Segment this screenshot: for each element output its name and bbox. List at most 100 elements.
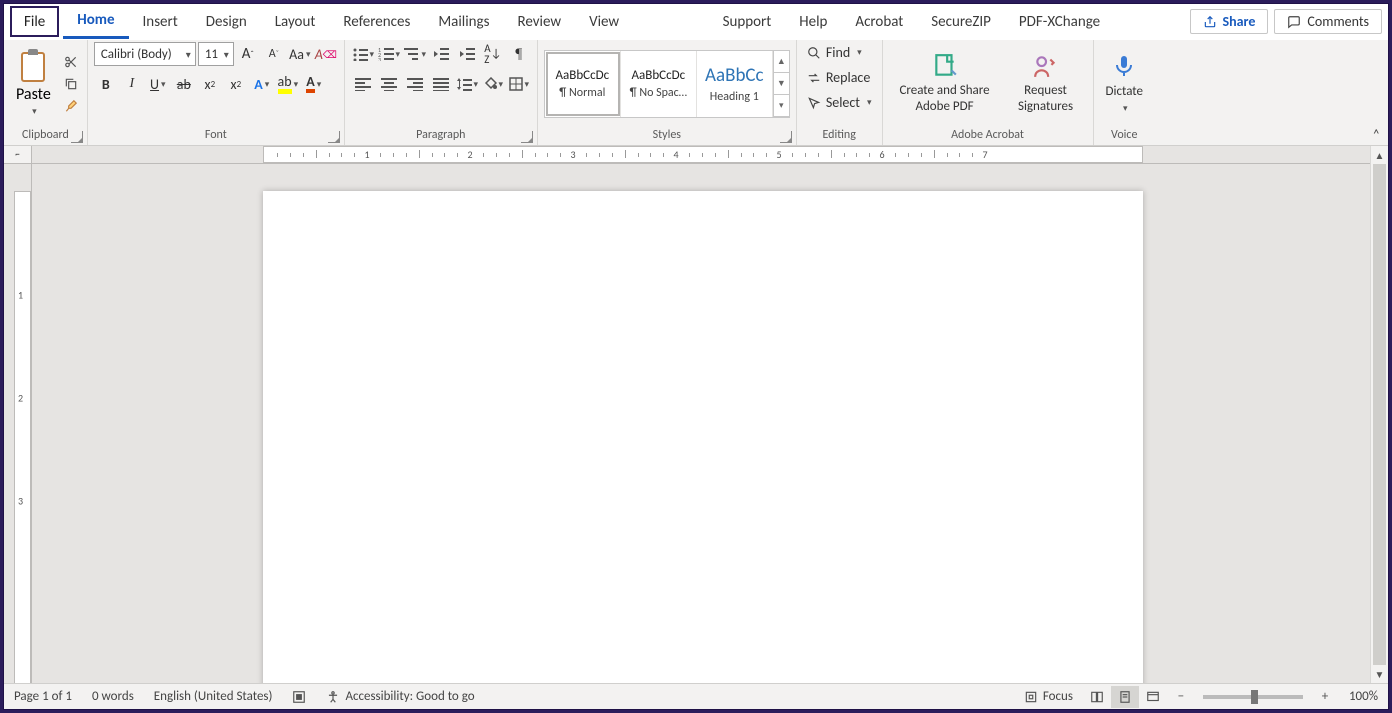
cut-button[interactable] bbox=[61, 52, 81, 72]
document-viewport bbox=[32, 164, 1370, 683]
superscript-button[interactable]: x2 bbox=[224, 72, 248, 96]
font-size-combo[interactable]: 11 bbox=[198, 42, 234, 66]
scroll-thumb[interactable] bbox=[1373, 164, 1386, 665]
tab-mailings[interactable]: Mailings bbox=[424, 4, 503, 39]
sort-button[interactable]: AZ↓ bbox=[481, 42, 505, 66]
zoom-slider-knob[interactable] bbox=[1251, 690, 1258, 704]
highlight-button[interactable]: ab▾ bbox=[276, 72, 300, 96]
tab-review[interactable]: Review bbox=[503, 4, 575, 39]
paste-button[interactable]: Paste ▾ bbox=[10, 49, 57, 119]
underline-button[interactable]: U▾ bbox=[146, 72, 170, 96]
format-painter-button[interactable] bbox=[61, 96, 81, 116]
document-page[interactable] bbox=[263, 191, 1143, 683]
line-spacing-button[interactable]: ▾ bbox=[455, 72, 479, 96]
status-macro[interactable] bbox=[282, 690, 316, 704]
book-icon bbox=[1089, 690, 1105, 704]
subscript-button[interactable]: x2 bbox=[198, 72, 222, 96]
replace-icon bbox=[807, 71, 821, 85]
replace-button[interactable]: Replace bbox=[803, 67, 874, 88]
align-left-button[interactable] bbox=[351, 72, 375, 96]
clipboard-dialog-launcher[interactable] bbox=[71, 131, 83, 143]
horizontal-ruler[interactable]: 1234567 bbox=[32, 146, 1370, 164]
grow-font-button[interactable]: Aˆ bbox=[236, 42, 260, 66]
tab-design[interactable]: Design bbox=[192, 4, 261, 39]
bullets-button[interactable]: ▾ bbox=[351, 42, 375, 66]
show-marks-button[interactable]: ¶ bbox=[507, 42, 531, 66]
tab-home[interactable]: Home bbox=[63, 4, 128, 39]
style-normal[interactable]: AaBbCcDc ¶ Normal bbox=[545, 51, 621, 117]
status-page[interactable]: Page 1 of 1 bbox=[4, 689, 82, 704]
style-scroll-down[interactable]: ▼ bbox=[773, 73, 789, 95]
web-icon bbox=[1145, 690, 1161, 704]
styles-dialog-launcher[interactable] bbox=[780, 131, 792, 143]
text-effects-button[interactable]: A▾ bbox=[250, 72, 274, 96]
create-share-pdf-button[interactable]: Create and Share Adobe PDF bbox=[889, 51, 1001, 116]
tab-help[interactable]: Help bbox=[785, 4, 841, 39]
comments-button[interactable]: Comments bbox=[1274, 9, 1382, 34]
page-icon bbox=[1117, 690, 1133, 704]
tab-references[interactable]: References bbox=[329, 4, 424, 39]
vertical-scrollbar[interactable]: ▲ ▼ bbox=[1370, 146, 1388, 683]
shrink-font-button[interactable]: Aˇ bbox=[262, 42, 286, 66]
strikethrough-button[interactable]: ab bbox=[172, 72, 196, 96]
style-heading1[interactable]: AaBbCc Heading 1 bbox=[697, 51, 773, 117]
chevron-down-icon: ▾ bbox=[32, 106, 37, 117]
style-no-spacing[interactable]: AaBbCcDc ¶ No Spac… bbox=[621, 51, 697, 117]
request-signatures-button[interactable]: Request Signatures bbox=[1005, 51, 1087, 116]
align-right-button[interactable] bbox=[403, 72, 427, 96]
numbering-button[interactable]: 123▾ bbox=[377, 42, 401, 66]
font-color-button[interactable]: A▾ bbox=[302, 72, 326, 96]
change-case-button[interactable]: Aa▾ bbox=[288, 42, 312, 66]
status-language[interactable]: English (United States) bbox=[144, 689, 283, 704]
tab-securezip[interactable]: SecureZIP bbox=[917, 4, 1005, 39]
zoom-level[interactable]: 100% bbox=[1339, 689, 1388, 704]
align-center-button[interactable] bbox=[377, 72, 401, 96]
increase-indent-button[interactable] bbox=[455, 42, 479, 66]
align-right-icon bbox=[407, 77, 423, 91]
print-layout-button[interactable] bbox=[1111, 686, 1139, 708]
clear-formatting-button[interactable]: A⌫ bbox=[314, 42, 338, 66]
copy-button[interactable] bbox=[61, 74, 81, 94]
focus-icon bbox=[1024, 690, 1038, 704]
editing-group-label: Editing bbox=[822, 128, 855, 142]
read-mode-button[interactable] bbox=[1083, 686, 1111, 708]
ruler-corner[interactable]: ⌐ bbox=[4, 146, 32, 164]
bold-button[interactable]: B bbox=[94, 72, 118, 96]
italic-button[interactable]: I bbox=[120, 72, 144, 96]
copy-icon bbox=[64, 77, 78, 91]
justify-button[interactable] bbox=[429, 72, 453, 96]
tab-pdfxchange[interactable]: PDF-XChange bbox=[1005, 4, 1114, 39]
vertical-ruler[interactable]: 123 bbox=[14, 164, 32, 683]
style-expand[interactable]: ▾ bbox=[773, 95, 789, 117]
web-layout-button[interactable] bbox=[1139, 686, 1167, 708]
focus-mode-button[interactable]: Focus bbox=[1014, 689, 1083, 704]
multilevel-button[interactable]: ▾ bbox=[403, 42, 427, 66]
status-accessibility[interactable]: Accessibility: Good to go bbox=[316, 689, 484, 704]
scroll-up-button[interactable]: ▲ bbox=[1371, 146, 1388, 164]
tab-support[interactable]: Support bbox=[709, 4, 786, 39]
tab-acrobat[interactable]: Acrobat bbox=[841, 4, 917, 39]
paragraph-dialog-launcher[interactable] bbox=[521, 131, 533, 143]
group-styles: AaBbCcDc ¶ Normal AaBbCcDc ¶ No Spac… Aa… bbox=[538, 40, 797, 145]
borders-button[interactable]: ▾ bbox=[507, 72, 531, 96]
tab-layout[interactable]: Layout bbox=[261, 4, 330, 39]
share-button[interactable]: Share bbox=[1190, 9, 1269, 34]
scroll-down-button[interactable]: ▼ bbox=[1371, 665, 1388, 683]
zoom-out-button[interactable]: − bbox=[1167, 686, 1195, 708]
select-button[interactable]: Select▾ bbox=[803, 92, 876, 113]
share-icon bbox=[1203, 15, 1217, 29]
font-dialog-launcher[interactable] bbox=[328, 131, 340, 143]
status-words[interactable]: 0 words bbox=[82, 689, 144, 704]
zoom-slider[interactable] bbox=[1203, 695, 1303, 699]
collapse-ribbon-button[interactable]: ˄ bbox=[1372, 126, 1380, 143]
zoom-in-button[interactable]: + bbox=[1311, 686, 1339, 708]
font-name-combo[interactable]: Calibri (Body) bbox=[94, 42, 196, 66]
find-button[interactable]: Find▾ bbox=[803, 42, 866, 63]
style-scroll-up[interactable]: ▲ bbox=[773, 51, 789, 73]
tab-insert[interactable]: Insert bbox=[129, 4, 192, 39]
dictate-button[interactable]: Dictate ▾ bbox=[1100, 50, 1149, 116]
decrease-indent-button[interactable] bbox=[429, 42, 453, 66]
tab-view[interactable]: View bbox=[575, 4, 633, 39]
tab-file[interactable]: File bbox=[10, 6, 59, 37]
shading-button[interactable]: ▾ bbox=[481, 72, 505, 96]
